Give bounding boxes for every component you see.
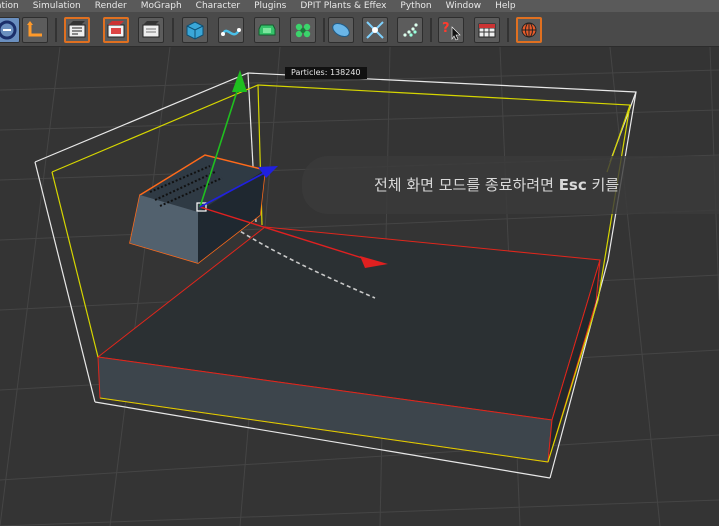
menu-item-plugins[interactable]: Plugins — [254, 1, 286, 11]
fullscreen-message-text: 전체 화면 모드를 종료하려면 — [374, 176, 554, 194]
nurbs-icon[interactable] — [254, 17, 280, 43]
spline-tool-icon[interactable] — [218, 17, 244, 43]
menu-item-character[interactable]: Character — [196, 1, 240, 11]
3d-viewport[interactable]: Particles: 138240 전체 화면 모드를 종료하려면 Esc 키를 — [0, 47, 719, 526]
menu-bar: ation Simulation Render MoGraph Characte… — [0, 0, 719, 12]
fullscreen-exit-message: 전체 화면 모드를 종료하려면 Esc 키를 — [302, 156, 719, 214]
menu-item-window[interactable]: Window — [446, 1, 482, 11]
deformer-icon[interactable] — [328, 17, 354, 43]
particles-count-label: Particles: 138240 — [285, 67, 367, 79]
scene-environment-icon[interactable] — [362, 17, 388, 43]
menu-item-animation[interactable]: ation — [0, 1, 19, 11]
menu-item-mograph[interactable]: MoGraph — [141, 1, 182, 11]
particles-emitter-icon[interactable] — [397, 17, 423, 43]
toolbar-separator — [430, 18, 432, 42]
menu-item-python[interactable]: Python — [400, 1, 431, 11]
render-settings-icon[interactable] — [138, 17, 164, 43]
layout-table-icon[interactable] — [474, 17, 500, 43]
svg-text:?: ? — [442, 21, 450, 36]
axis-move-icon[interactable] — [22, 17, 48, 43]
toolbar-separator — [55, 18, 57, 42]
menu-item-render[interactable]: Render — [95, 1, 127, 11]
viewport-canvas — [0, 47, 719, 526]
render-picture-viewer-icon[interactable] — [103, 17, 129, 43]
toolbar: ? — [0, 12, 719, 47]
fullscreen-suffix: 키를 — [591, 176, 620, 194]
sphere-render-icon[interactable] — [516, 17, 542, 43]
toolbar-separator — [507, 18, 509, 42]
array-cloner-icon[interactable] — [290, 17, 316, 43]
undo-view-icon[interactable] — [0, 17, 20, 43]
menu-item-help[interactable]: Help — [495, 1, 516, 11]
fullscreen-key: Esc — [558, 176, 587, 194]
menu-item-dpit[interactable]: DPIT Plants & Effex — [300, 1, 386, 11]
render-view-icon[interactable] — [64, 17, 90, 43]
y-axis-arrow[interactable] — [232, 70, 247, 92]
menu-item-simulation[interactable]: Simulation — [33, 1, 81, 11]
help-pointer-icon[interactable]: ? — [438, 17, 464, 43]
floor-object — [96, 226, 601, 463]
toolbar-separator — [172, 18, 174, 42]
cube-primitive-icon[interactable] — [182, 17, 208, 43]
toolbar-separator — [323, 18, 325, 42]
